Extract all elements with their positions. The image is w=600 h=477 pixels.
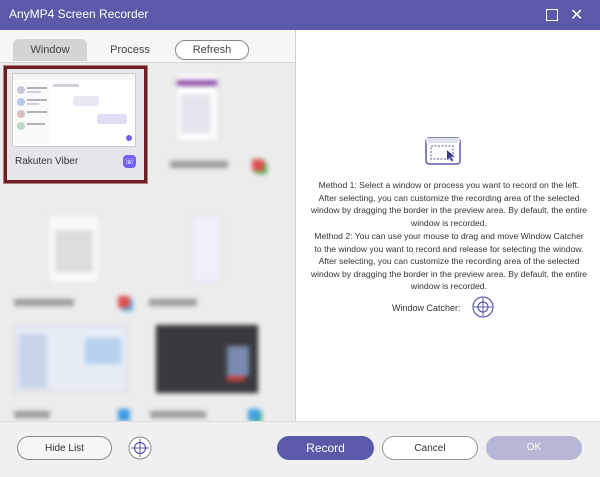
thumbnail-preview xyxy=(191,215,221,283)
preview-line xyxy=(27,111,47,113)
thumbnail-preview-band xyxy=(227,376,245,381)
window-select-icon xyxy=(425,137,461,165)
viber-window-preview xyxy=(13,74,135,144)
app-window: AnyMP4 Screen Recorder ✕ Window Process … xyxy=(0,0,600,477)
method2-text: Method 2: You can use your mouse to drag… xyxy=(310,231,588,292)
window-list-panel: Window Process Refresh Rakuten Viber ☏ xyxy=(0,30,295,422)
instructions-panel: Method 1: Select a window or process you… xyxy=(296,30,600,421)
preview-chat-bubble xyxy=(97,114,127,124)
preview-avatar xyxy=(17,110,25,118)
tab-window[interactable]: Window xyxy=(13,39,87,61)
window-title: AnyMP4 Screen Recorder xyxy=(9,7,149,21)
window-thumbnail[interactable] xyxy=(170,69,280,214)
window-thumbnail[interactable] xyxy=(10,321,140,421)
selected-window-label: Rakuten Viber xyxy=(15,156,79,167)
thumbnail-preview xyxy=(156,325,258,393)
thumbnail-label xyxy=(14,299,74,306)
thumbnail-app-icon xyxy=(118,296,130,308)
icon-header xyxy=(426,138,460,143)
window-catcher-icon[interactable] xyxy=(128,436,152,460)
preview-avatar xyxy=(17,98,25,106)
thumbnail-preview-band xyxy=(85,338,121,364)
thumbnail-preview xyxy=(176,73,218,141)
thumbnail-label xyxy=(150,411,206,418)
thumbnail-preview-band xyxy=(177,80,217,86)
refresh-button[interactable]: Refresh xyxy=(175,40,249,60)
tab-process[interactable]: Process xyxy=(98,39,162,61)
maximize-icon[interactable] xyxy=(546,9,558,21)
thumbnail-preview xyxy=(48,215,100,283)
window-thumbnail[interactable] xyxy=(10,215,140,308)
close-icon[interactable]: ✕ xyxy=(570,7,586,23)
bottom-bar: Hide List Record Cancel OK xyxy=(0,421,600,477)
preview-avatar xyxy=(17,86,25,94)
record-button[interactable]: Record xyxy=(277,436,374,460)
thumbnail-preview xyxy=(14,325,128,393)
method1-text: Method 1: Select a window or process you… xyxy=(310,180,588,228)
preview-line xyxy=(27,91,41,93)
thumbnail-label xyxy=(170,161,228,168)
thumbnail-app-icon xyxy=(252,159,264,171)
window-thumbnail[interactable] xyxy=(145,215,275,306)
window-preview xyxy=(12,73,136,147)
selected-window-thumbnail[interactable]: Rakuten Viber ☏ xyxy=(4,66,147,183)
thumbnail-preview-band xyxy=(181,94,211,134)
window-catcher-label: Window Catcher: xyxy=(392,303,461,313)
window-thumbnail[interactable] xyxy=(150,321,280,421)
thumbnail-label xyxy=(14,411,50,418)
preview-chat-bubble xyxy=(73,96,99,106)
cancel-button[interactable]: Cancel xyxy=(382,436,478,460)
preview-line xyxy=(53,84,79,87)
preview-line xyxy=(27,87,47,89)
preview-titlebar xyxy=(13,74,135,80)
window-catcher-icon[interactable] xyxy=(472,296,494,318)
ok-button[interactable]: OK xyxy=(486,436,582,460)
thumbnail-label xyxy=(149,299,197,306)
thumbnail-preview-band xyxy=(227,346,249,376)
hide-list-button[interactable]: Hide List xyxy=(17,436,112,460)
thumbnail-preview-band xyxy=(19,334,47,388)
thumbnail-preview-band xyxy=(55,230,93,272)
thumbnail-app-icon xyxy=(118,409,130,421)
preview-line xyxy=(27,103,39,105)
viber-icon: ☏ xyxy=(123,155,136,168)
thumbnail-app-icon xyxy=(248,409,260,421)
title-bar: AnyMP4 Screen Recorder ✕ xyxy=(0,0,600,30)
tab-bar: Window Process Refresh xyxy=(0,30,295,64)
preview-line xyxy=(27,99,47,101)
preview-dot xyxy=(126,135,132,141)
preview-avatar xyxy=(17,122,25,130)
preview-line xyxy=(27,123,45,125)
